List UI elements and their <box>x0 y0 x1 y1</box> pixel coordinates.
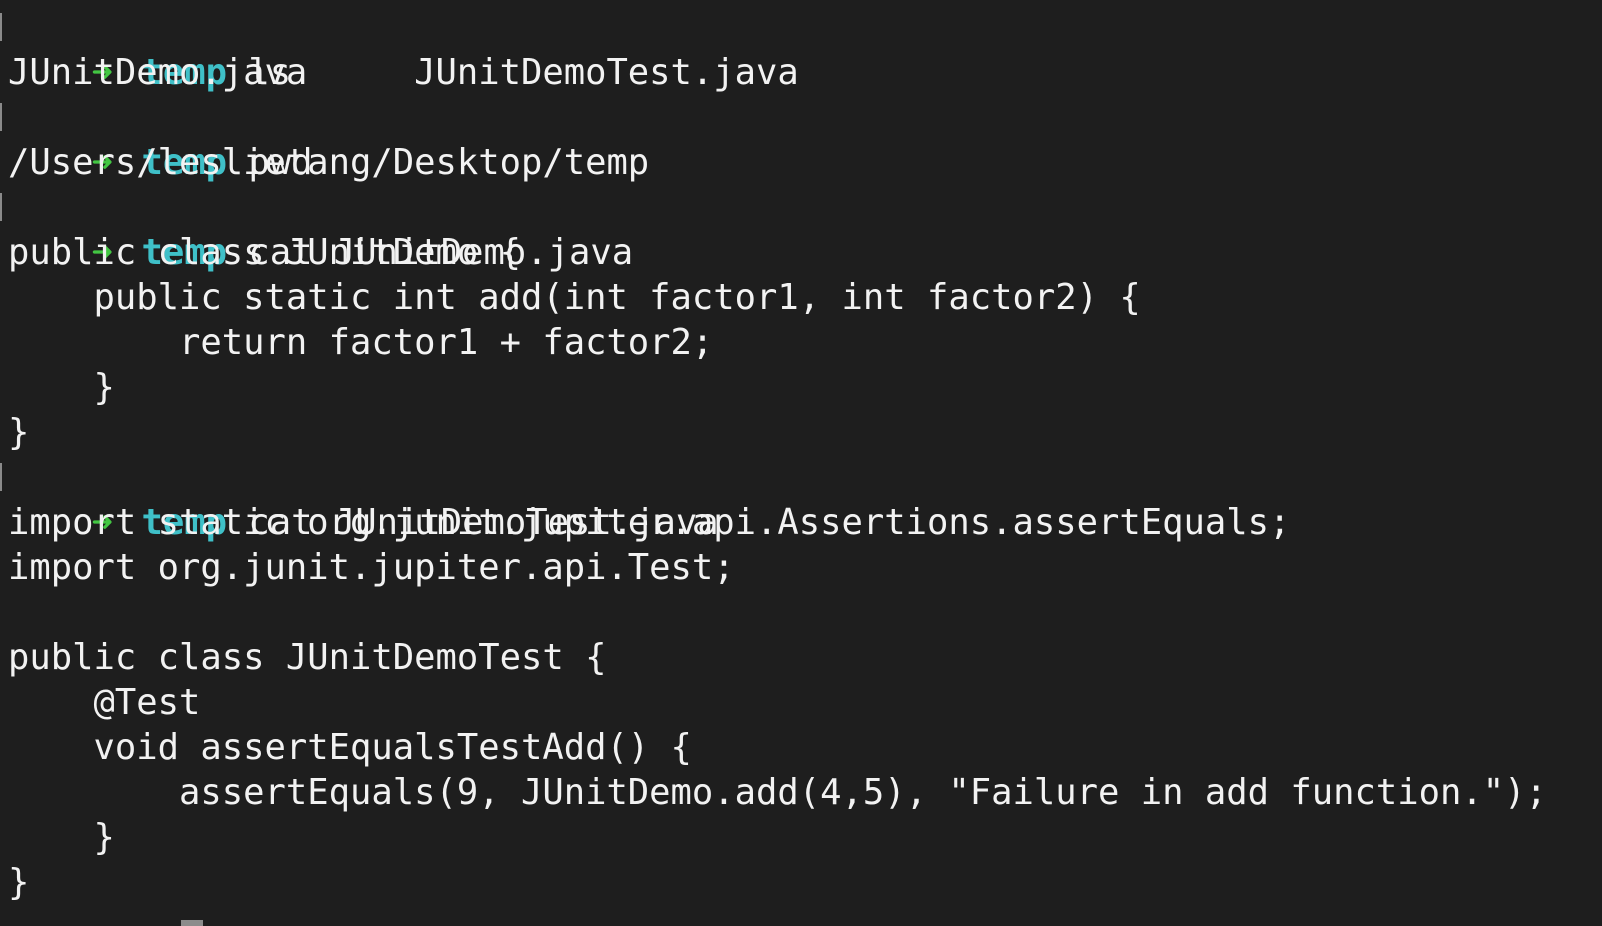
output-line: JUnitDemo.java JUnitDemoTest.java <box>8 52 799 93</box>
command-line: ➜ temp ls <box>0 5 291 93</box>
code-line: import org.junit.jupiter.api.Test; <box>8 547 735 588</box>
code-line: void assertEqualsTestAdd() { <box>8 727 692 768</box>
code-line: } <box>8 367 115 408</box>
code-line: public static int add(int factor1, int f… <box>8 277 1141 318</box>
code-line: public class JUnitDemoTest { <box>8 637 607 678</box>
mark-bracket <box>0 193 2 221</box>
command-line: ➜ temp pwd <box>0 95 313 183</box>
code-line: return factor1 + factor2; <box>8 322 714 363</box>
code-line: import static org.junit.jupiter.api.Asse… <box>8 502 1291 543</box>
code-line: assertEquals(9, JUnitDemo.add(4,5), "Fai… <box>8 772 1547 813</box>
output-line: /Users/leslietang/Desktop/temp <box>8 142 650 183</box>
code-line: } <box>8 817 115 858</box>
code-line: } <box>8 412 30 453</box>
code-line: public class JUnitDemo { <box>8 232 521 273</box>
code-line: @Test <box>8 682 201 723</box>
mark-bracket <box>0 103 2 131</box>
terminal-window[interactable]: ➜ temp ls JUnitDemo.java JUnitDemoTest.ja… <box>0 5 1602 926</box>
mark-bracket <box>0 13 2 41</box>
command-line: ➜ temp cat JUnitDemoTest.java <box>0 455 719 543</box>
command-line: ➜ temp cat JUnitDemo.java <box>0 185 633 273</box>
mark-bracket <box>0 463 2 491</box>
terminal-cursor <box>181 920 203 926</box>
code-line: } <box>8 862 30 903</box>
